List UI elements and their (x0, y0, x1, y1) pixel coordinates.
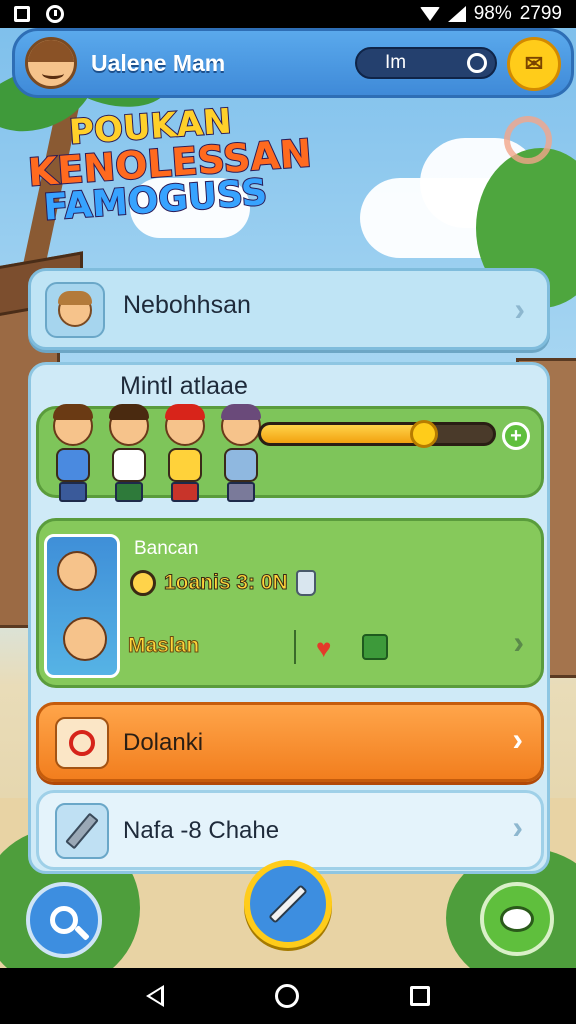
chevron-right-icon: › (512, 721, 523, 757)
reward-title: Bancan (134, 538, 199, 559)
character-2 (106, 404, 152, 502)
home-icon[interactable] (274, 984, 299, 1008)
reward-timer: 1oanis 3: 0N (130, 570, 316, 596)
menu-card-nafa[interactable]: Nafa -8 Chahe › (36, 790, 544, 870)
status-time: 2799 (519, 3, 562, 24)
avatar[interactable] (25, 37, 77, 89)
notification-icon (14, 6, 30, 22)
reward-timer-text: 1oanis 3: 0N (164, 571, 289, 595)
flask-icon (295, 570, 316, 596)
currency-pill-label: Im (385, 52, 407, 73)
menu-card-nebohhsan[interactable]: Nebohhsan › (28, 268, 550, 350)
gift-box-icon (362, 634, 388, 660)
player-header: Ualene Mam Im ✉ (12, 28, 574, 98)
reward-portrait (44, 534, 120, 678)
progress-bar (258, 422, 496, 446)
wifi-icon (419, 7, 440, 21)
search-button[interactable] (26, 882, 102, 958)
chevron-right-icon: › (513, 624, 524, 660)
signal-icon (447, 6, 466, 22)
progress-bar-fill (261, 425, 429, 443)
recent-apps-icon[interactable] (410, 986, 431, 1006)
search-icon (50, 906, 78, 934)
character-icon (45, 282, 105, 338)
sun-ring-decoration (504, 116, 552, 164)
camera-icon (55, 717, 109, 769)
currency-pill[interactable]: Im (355, 47, 497, 79)
character-1 (50, 404, 96, 502)
edit-button[interactable] (244, 860, 332, 948)
menu-card-label: Nebohhsan (123, 291, 251, 319)
android-nav-bar (0, 968, 576, 1024)
team-characters (50, 386, 280, 502)
menu-card-label: Dolanki (123, 729, 204, 756)
pencil-icon (55, 803, 109, 859)
reward-name: Maslan (127, 634, 200, 658)
coin-button[interactable]: ✉ (507, 37, 561, 91)
divider (294, 630, 296, 664)
clock-icon (46, 5, 64, 23)
chat-icon (500, 906, 534, 932)
heart-icon: ♥ (316, 633, 332, 663)
chat-button[interactable] (480, 882, 554, 956)
pencil-icon (268, 884, 308, 924)
battery-text: 98% (473, 3, 512, 24)
status-bar: 98% 2799 (0, 0, 576, 28)
coin-timer-icon (130, 570, 156, 596)
chevron-right-icon: › (514, 291, 525, 327)
coin-icon: ✉ (524, 51, 544, 76)
chevron-right-icon: › (512, 809, 523, 845)
menu-card-dolanki[interactable]: Dolanki › (36, 702, 544, 782)
game-logo: POUKAN KENOLESSAN FAMOGUSS (24, 100, 314, 230)
progress-knob-icon (410, 420, 438, 448)
add-progress-button[interactable]: + (502, 422, 530, 450)
character-3 (162, 404, 208, 502)
character-4 (218, 404, 264, 502)
menu-card-label: Nafa -8 Chahe (123, 817, 280, 844)
back-icon[interactable] (145, 985, 164, 1007)
circle-icon (467, 53, 487, 73)
player-name: Ualene Mam (91, 49, 226, 76)
